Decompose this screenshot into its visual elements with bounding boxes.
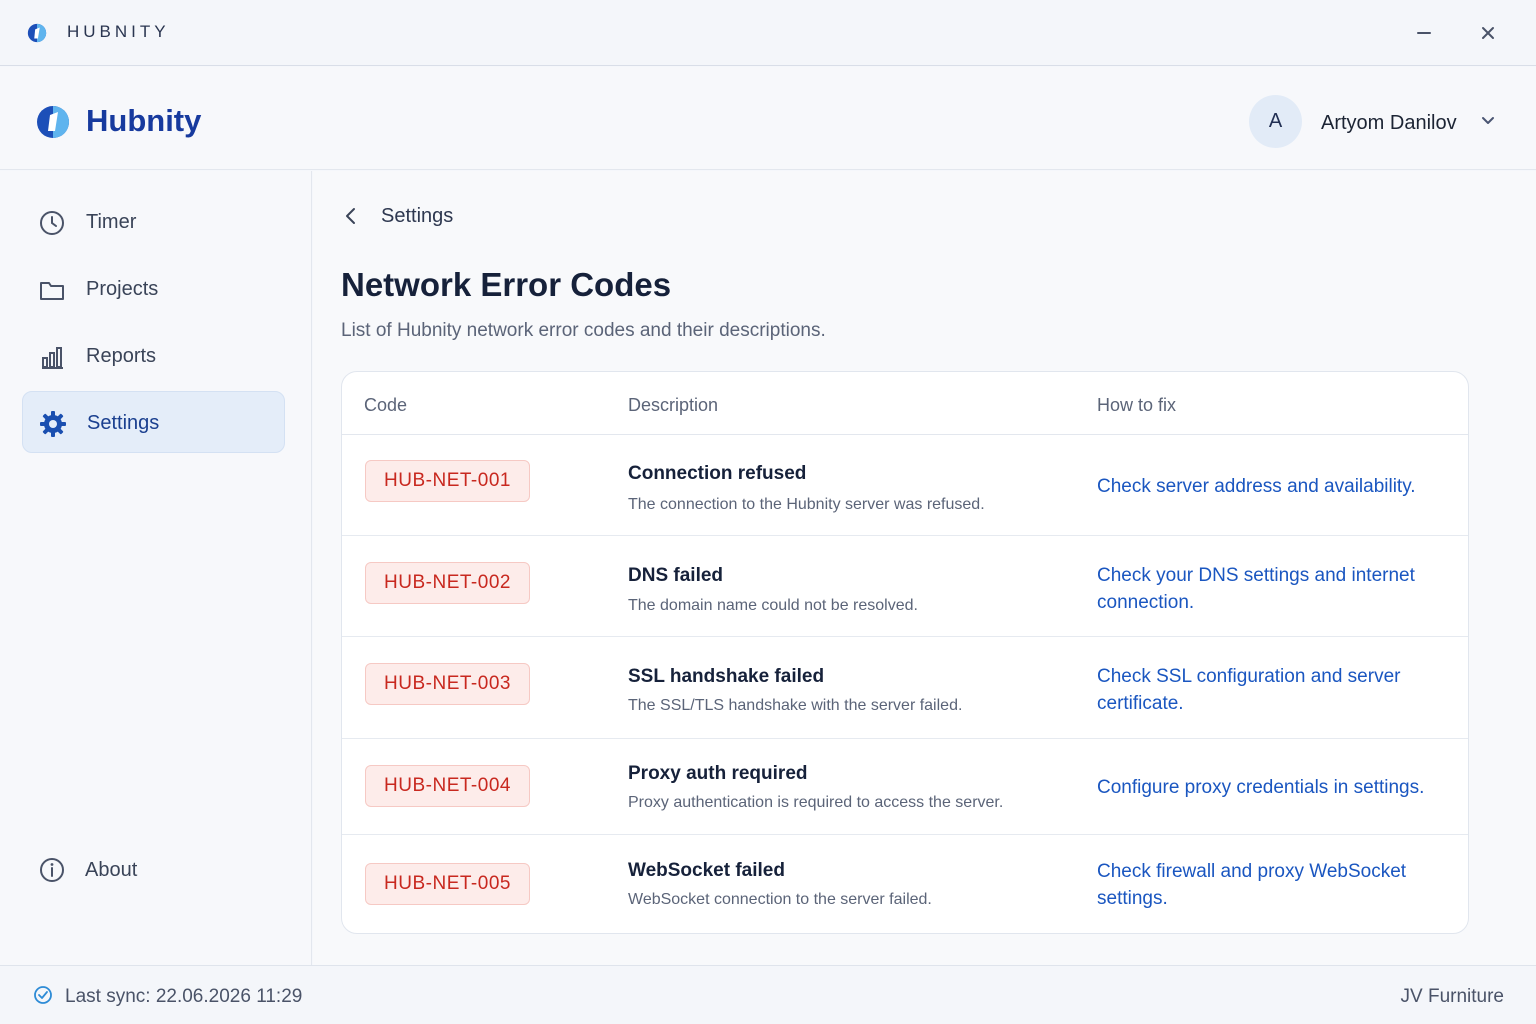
error-title: Connection refused: [628, 463, 807, 484]
sidebar-item-label: Reports: [86, 345, 157, 367]
error-code-badge: HUB-NET-004: [365, 765, 530, 807]
fix-link[interactable]: Check server address and availability.: [1097, 473, 1427, 500]
error-title: DNS failed: [628, 565, 724, 586]
close-button[interactable]: [1473, 18, 1503, 48]
minimize-button[interactable]: [1409, 18, 1439, 48]
workspace-name: JV Furniture: [1400, 986, 1504, 1007]
error-description: Proxy authentication is required to acce…: [628, 794, 1004, 811]
status-bar: Last sync: 22.06.2026 11:29 JV Furniture: [0, 965, 1536, 1024]
error-description: WebSocket connection to the server faile…: [628, 891, 932, 908]
avatar-initial: A: [1268, 110, 1283, 132]
table-row: HUB-NET-003 SSL handshake failed The SSL…: [342, 637, 1468, 739]
fix-link[interactable]: Check SSL configuration and server certi…: [1097, 663, 1427, 717]
error-description: The SSL/TLS handshake with the server fa…: [628, 697, 963, 714]
error-code-badge: HUB-NET-001: [365, 460, 530, 502]
title-bar: HUBNITY: [0, 0, 1536, 66]
error-title: Proxy auth required: [628, 763, 808, 784]
sidebar-item-timer[interactable]: Timer: [22, 191, 285, 253]
fix-link[interactable]: Check your DNS settings and internet con…: [1097, 562, 1427, 616]
close-icon: [1482, 27, 1494, 39]
column-header-description: Description: [628, 395, 719, 415]
check-circle-icon: [34, 986, 52, 1004]
sidebar-item-about[interactable]: About: [22, 839, 285, 901]
avatar[interactable]: A: [1249, 95, 1302, 148]
error-code-badge: HUB-NET-005: [365, 863, 530, 905]
breadcrumb[interactable]: Settings: [381, 205, 453, 228]
sidebar-item-settings[interactable]: Settings: [22, 391, 285, 453]
clock-icon: [40, 211, 64, 235]
column-header-fix: How to fix: [1097, 395, 1177, 415]
fix-link[interactable]: Configure proxy credentials in settings.: [1097, 774, 1427, 801]
sidebar-item-label: Settings: [87, 412, 160, 434]
error-code-badge: HUB-NET-002: [365, 562, 530, 604]
error-code-badge: HUB-NET-003: [365, 663, 530, 705]
table-row: HUB-NET-005 WebSocket failed WebSocket c…: [342, 835, 1468, 933]
table-row: HUB-NET-001 Connection refused The conne…: [342, 435, 1468, 536]
chevron-down-icon[interactable]: [1478, 111, 1498, 131]
sidebar-item-label: Projects: [86, 278, 159, 300]
table-row: HUB-NET-002 DNS failed The domain name c…: [342, 536, 1468, 637]
gear-icon: [40, 411, 66, 437]
sidebar-item-label: About: [85, 859, 138, 881]
error-title: SSL handshake failed: [628, 666, 825, 687]
column-header-code: Code: [364, 395, 408, 415]
sidebar-item-reports[interactable]: Reports: [22, 325, 285, 387]
last-sync-status: Last sync: 22.06.2026 11:29: [65, 986, 303, 1007]
error-codes-table: Code Description How to fix HUB-NET-001 …: [341, 371, 1469, 934]
error-description: The connection to the Hubnity server was…: [628, 496, 985, 513]
minimize-icon: [1417, 32, 1431, 34]
user-name[interactable]: Artyom Danilov: [1321, 112, 1457, 135]
folder-icon: [40, 282, 64, 300]
page-subtitle: List of Hubnity network error codes and …: [341, 320, 826, 341]
error-description: The domain name could not be resolved.: [628, 597, 918, 614]
bar-chart-icon: [42, 347, 63, 369]
app-logo-icon: [27, 23, 47, 43]
sidebar-item-projects[interactable]: Projects: [22, 258, 285, 320]
app-header: Hubnity A Artyom Danilov: [0, 67, 1536, 170]
window-title: HUBNITY: [67, 22, 170, 41]
error-title: WebSocket failed: [628, 860, 785, 881]
back-arrow-icon[interactable]: [340, 205, 362, 227]
table-row: HUB-NET-004 Proxy auth required Proxy au…: [342, 739, 1468, 835]
brand-logo-icon: [37, 106, 69, 138]
page-title: Network Error Codes: [341, 266, 672, 303]
fix-link[interactable]: Check firewall and proxy WebSocket setti…: [1097, 858, 1427, 912]
info-icon: [40, 858, 64, 882]
sidebar-item-label: Timer: [86, 211, 137, 233]
brand-name: Hubnity: [86, 103, 202, 138]
